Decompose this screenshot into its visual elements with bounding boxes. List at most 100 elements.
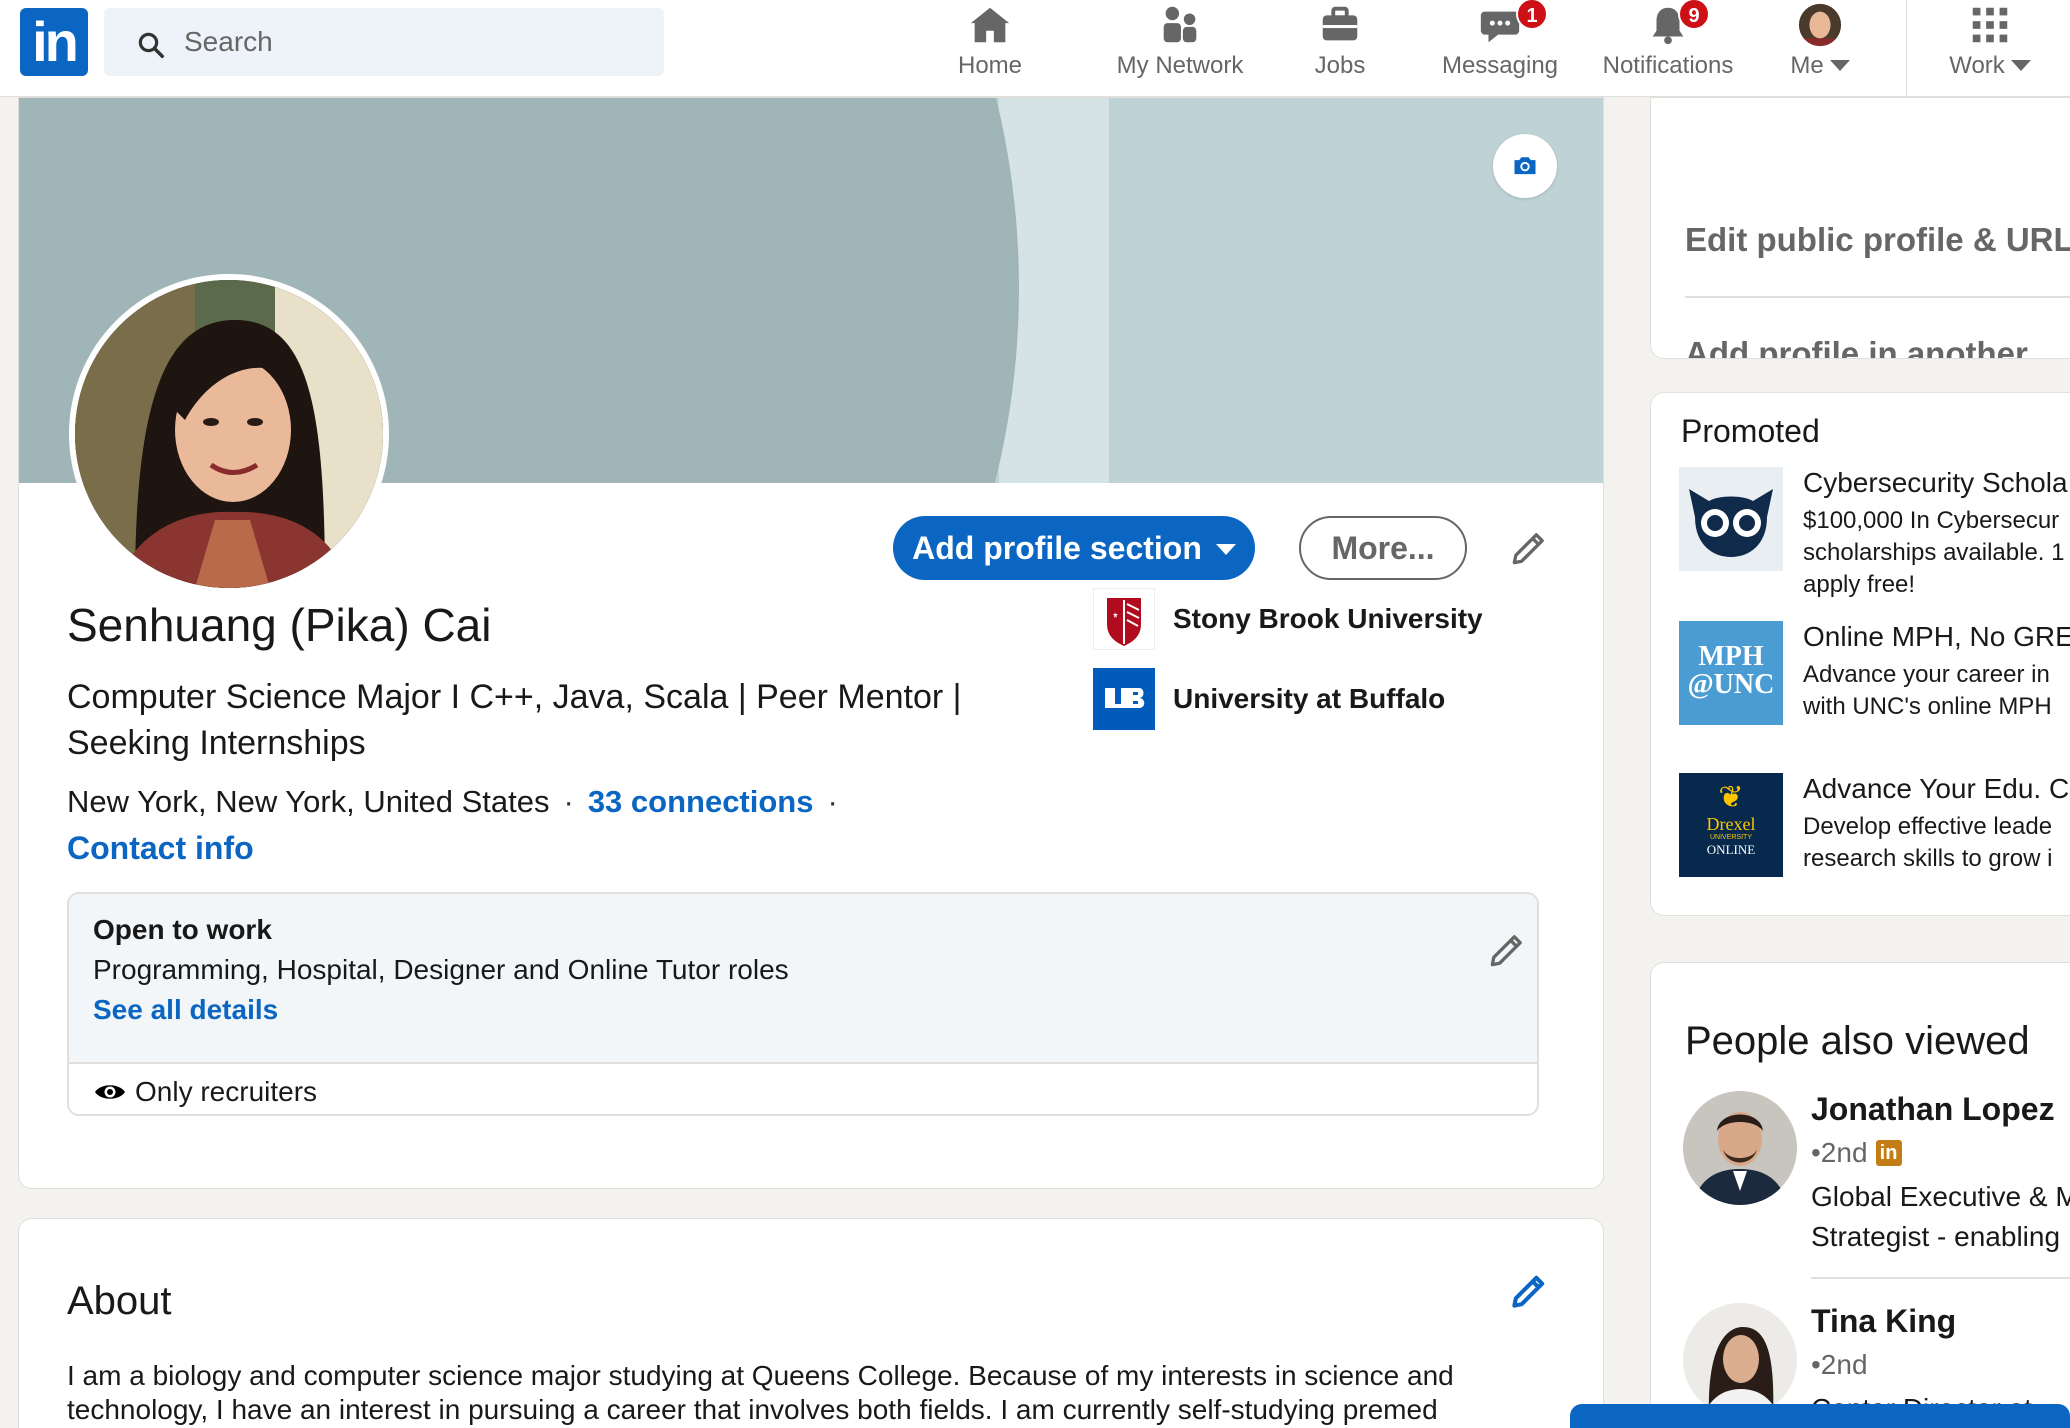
edit-banner-button[interactable] bbox=[1493, 134, 1557, 198]
drexel-logo-text: Drexel bbox=[1706, 814, 1756, 834]
briefcase-icon bbox=[1322, 6, 1358, 41]
ad-headline: Advance Your Edu. C bbox=[1803, 773, 2070, 804]
nav-work[interactable]: Work bbox=[1930, 0, 2050, 96]
person-photo-image bbox=[1683, 1091, 1797, 1205]
button-label: Add profile section bbox=[912, 530, 1202, 566]
nav-work-label: Work bbox=[1930, 52, 2050, 80]
divider bbox=[1811, 1277, 2070, 1279]
person-name: Tina King bbox=[1811, 1303, 1957, 1339]
search-bar[interactable] bbox=[104, 8, 664, 76]
linkedin-logo[interactable]: in bbox=[20, 8, 88, 76]
ad-headline: Online MPH, No GRE bbox=[1803, 621, 2070, 652]
top-navigation: in Home My Network Jobs 1 Messa bbox=[0, 0, 2070, 97]
edit-intro-pencil-icon[interactable] bbox=[1507, 526, 1551, 570]
open-to-work-title: Open to work bbox=[93, 914, 272, 945]
profile-photo[interactable] bbox=[69, 274, 389, 594]
nav-jobs[interactable]: Jobs bbox=[1280, 0, 1400, 96]
people-also-viewed-title: People also viewed bbox=[1685, 1019, 2030, 1063]
about-text: I am a biology and computer science majo… bbox=[67, 1360, 1454, 1425]
person-degree: •2nd bbox=[1811, 1349, 1868, 1380]
edit-public-profile-link[interactable]: Edit public profile & URL bbox=[1685, 216, 2070, 264]
person-description: Global Executive & M Strategist - enabli… bbox=[1811, 1181, 2070, 1252]
nav-label: Messaging bbox=[1441, 52, 1559, 79]
person-photo bbox=[1683, 1303, 1797, 1417]
about-card: About I am a biology and computer scienc… bbox=[18, 1218, 1604, 1428]
chevron-down-icon bbox=[2010, 60, 2031, 71]
people-also-viewed-card: People also viewed Jonathan Lopez •2nd i… bbox=[1650, 962, 2070, 1428]
person-degree-row: •2nd in bbox=[1811, 1137, 1902, 1169]
stony-brook-logo bbox=[1093, 588, 1155, 650]
open-to-work-roles: Programming, Hospital, Designer and Onli… bbox=[93, 954, 789, 985]
school-item-stony-brook[interactable]: Stony Brook University bbox=[1093, 588, 1483, 650]
open-to-work-visibility-row: Only recruiters bbox=[69, 1062, 1537, 1114]
camera-icon bbox=[1514, 157, 1536, 175]
edit-open-to-work-pencil-icon[interactable] bbox=[1485, 928, 1529, 972]
network-icon bbox=[1163, 6, 1197, 43]
university-at-buffalo-logo bbox=[1093, 668, 1155, 730]
see-all-details-link[interactable]: See all details bbox=[93, 994, 278, 1026]
promoted-card: Promoted Cybersecurity Schola $100,000 I… bbox=[1650, 392, 2070, 916]
contact-info-link[interactable]: Contact info bbox=[67, 830, 254, 867]
nav-label: Jobs bbox=[1314, 52, 1366, 79]
nav-messaging[interactable]: 1 Messaging bbox=[1430, 0, 1570, 96]
open-to-work-card[interactable]: Open to work Programming, Hospital, Desi… bbox=[67, 892, 1539, 1116]
drexel-logo-text: ONLINE bbox=[1706, 842, 1756, 857]
nav-notifications[interactable]: 9 Notifications bbox=[1586, 0, 1750, 96]
nav-label: My Network bbox=[1116, 52, 1244, 79]
mph-unc-logo: MPH @UNC bbox=[1679, 621, 1783, 725]
ad-headline: Cybersecurity Schola bbox=[1803, 467, 2068, 498]
add-profile-section-button[interactable]: Add profile section bbox=[893, 516, 1255, 580]
profile-name: Senhuang (Pika) Cai bbox=[67, 599, 492, 651]
nav-my-network[interactable]: My Network bbox=[1100, 0, 1260, 96]
nav-me[interactable]: Me bbox=[1770, 0, 1870, 96]
person-name: Jonathan Lopez bbox=[1811, 1091, 2055, 1127]
school-name: Stony Brook University bbox=[1173, 603, 1483, 634]
profile-headline: Computer Science Major I C++, Java, Scal… bbox=[67, 678, 962, 762]
notifications-badge: 9 bbox=[1678, 0, 1710, 30]
nav-home[interactable]: Home bbox=[930, 0, 1050, 96]
chevron-down-icon bbox=[1829, 60, 1850, 71]
drexel-dragon-icon: ❦ bbox=[1718, 781, 1744, 814]
nav-label: Me bbox=[1790, 52, 1824, 79]
more-button[interactable]: More... bbox=[1299, 516, 1467, 580]
add-language-profile-link[interactable]: Add profile in another language bbox=[1685, 330, 2065, 358]
home-icon bbox=[970, 7, 1010, 43]
school-name: University at Buffalo bbox=[1173, 683, 1446, 714]
school-item-buffalo[interactable]: University at Buffalo bbox=[1093, 668, 1445, 730]
nav-label: Notifications bbox=[1602, 52, 1734, 79]
drexel-logo-text: UNIVERSITY bbox=[1709, 834, 1752, 841]
separator-dot: · bbox=[563, 784, 574, 819]
visibility-row: Only recruiters bbox=[93, 1076, 317, 1108]
nav-me-label: Me bbox=[1770, 52, 1870, 80]
visibility-text: Only recruiters bbox=[135, 1076, 318, 1107]
about-title: About bbox=[67, 1279, 172, 1323]
profile-photo-image bbox=[75, 280, 383, 588]
open-to-work-top: Open to work Programming, Hospital, Desi… bbox=[69, 894, 1537, 1062]
separator-dot: · bbox=[827, 784, 838, 819]
person-degree-row: •2nd bbox=[1811, 1349, 1868, 1381]
location-row: New York, New York, United States · 33 con… bbox=[67, 784, 852, 820]
search-icon bbox=[138, 32, 164, 58]
divider bbox=[1685, 296, 2070, 298]
person-degree: •2nd bbox=[1811, 1137, 1868, 1168]
edit-about-pencil-icon[interactable] bbox=[1507, 1269, 1551, 1313]
drexel-online-logo: ❦ Drexel UNIVERSITY ONLINE bbox=[1679, 773, 1783, 877]
chevron-down-icon bbox=[1215, 544, 1236, 555]
person-photo bbox=[1683, 1091, 1797, 1205]
profile-card: Add profile section More... Senhuang (Pi… bbox=[18, 97, 1604, 1189]
grid-icon bbox=[1972, 7, 2008, 43]
connections-link[interactable]: 33 connections bbox=[588, 784, 814, 819]
messaging-overlay-bar[interactable] bbox=[1570, 1404, 2070, 1428]
profile-location: New York, New York, United States bbox=[67, 784, 550, 819]
messaging-badge: 1 bbox=[1516, 0, 1548, 30]
nav-label: Work bbox=[1949, 52, 2005, 79]
ad-body: $100,000 In Cybersecur scholarships avai… bbox=[1803, 507, 2065, 598]
eye-icon bbox=[95, 1085, 125, 1099]
linkedin-premium-icon: in bbox=[1875, 1140, 1902, 1166]
search-input[interactable] bbox=[184, 8, 644, 76]
me-avatar bbox=[1798, 3, 1842, 47]
ad-body: Advance your career in with UNC's online… bbox=[1803, 661, 2052, 720]
ad-body: Develop effective leade research skills … bbox=[1803, 813, 2053, 872]
profile-settings-card: Edit public profile & URL Add profile in… bbox=[1650, 97, 2070, 359]
owl-logo bbox=[1679, 467, 1783, 571]
